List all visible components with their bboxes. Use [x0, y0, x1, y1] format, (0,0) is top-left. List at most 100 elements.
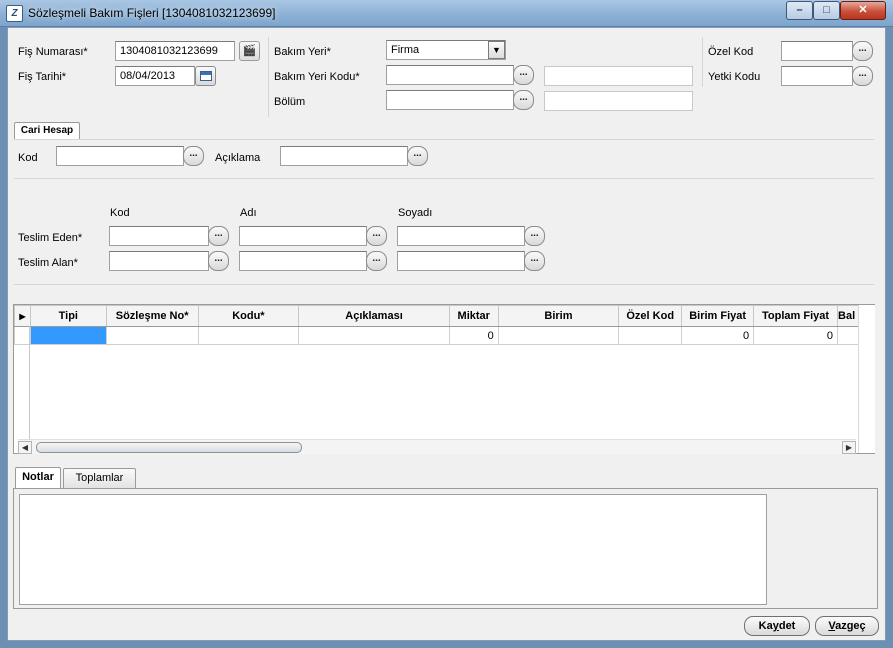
cell-tipi[interactable] — [29, 326, 107, 345]
row-indicator-header: ▶ — [14, 305, 31, 327]
table-row[interactable]: 0 0 0 — [14, 326, 874, 345]
section-divider — [702, 37, 703, 87]
grid-right-gutter — [858, 305, 875, 453]
col-header-toplam-fiyat[interactable]: Toplam Fiyat — [753, 305, 839, 327]
col-header-aciklamasi[interactable]: Açıklaması — [298, 305, 450, 327]
teslim-eden-label: Teslim Eden* — [18, 232, 83, 244]
teslim-eden-kod-field[interactable] — [109, 226, 209, 246]
cari-aciklama-label: Açıklama — [215, 152, 261, 164]
kaydet-label-post: det — [778, 620, 796, 632]
teslim-alan-adi-lookup-button[interactable]: ... — [366, 251, 387, 271]
cell-birim[interactable] — [497, 326, 620, 345]
calendar-icon — [200, 71, 212, 81]
app-icon: Z — [6, 5, 23, 22]
cell-ozel-kod[interactable] — [618, 326, 683, 345]
teslim-eden-kod-lookup-button[interactable]: ... — [208, 226, 229, 246]
vazgec-button[interactable]: Vazgeç — [815, 616, 879, 636]
scroll-right-icon[interactable]: ▶ — [842, 441, 856, 454]
kaydet-button[interactable]: Kaydet — [744, 616, 810, 636]
tab-panel — [13, 488, 878, 609]
scroll-left-icon[interactable]: ◀ — [18, 441, 32, 454]
clapper-icon: 🎬 — [242, 45, 257, 57]
cari-kod-lookup-button[interactable]: ... — [183, 146, 204, 166]
col-header-ozel-kod[interactable]: Özel Kod — [618, 305, 683, 327]
teslim-eden-soyadi-lookup-button[interactable]: ... — [524, 226, 545, 246]
cari-kod-label: Kod — [18, 152, 38, 164]
teslim-eden-soyadi-field[interactable] — [397, 226, 525, 246]
col-header-miktar[interactable]: Miktar — [448, 305, 499, 327]
ozel-kod-field[interactable] — [781, 41, 853, 61]
fis-tarihi-label: Fiş Tarihi* — [18, 71, 67, 83]
section-divider — [268, 37, 269, 117]
teslim-eden-adi-lookup-button[interactable]: ... — [366, 226, 387, 246]
bakim-yeri-kodu-field[interactable] — [386, 65, 514, 85]
teslim-eden-adi-field[interactable] — [239, 226, 367, 246]
yetki-kodu-lookup-button[interactable]: ... — [852, 66, 873, 86]
window-title: Sözleşmeli Bakım Fişleri [13040810321236… — [28, 6, 276, 20]
teslim-divider — [14, 178, 874, 179]
grid-table: ▶ Tipi Sözleşme No* Kodu* Açıklaması Mik… — [14, 305, 874, 345]
teslim-alan-soyadi-field[interactable] — [397, 251, 525, 271]
teslim-alan-soyadi-lookup-button[interactable]: ... — [524, 251, 545, 271]
number-generator-button[interactable]: 🎬 — [239, 41, 260, 61]
teslim-alan-label: Teslim Alan* — [18, 257, 78, 269]
bolum-lookup-button[interactable]: ... — [513, 90, 534, 110]
fis-tarihi-field[interactable]: 08/04/2013 — [115, 66, 195, 86]
teslim-alan-adi-field[interactable] — [239, 251, 367, 271]
bolum-label: Bölüm — [274, 96, 306, 108]
line-items-grid[interactable]: ▶ Tipi Sözleşme No* Kodu* Açıklaması Mik… — [13, 304, 875, 454]
row-indicator-column — [29, 326, 30, 439]
cell-miktar[interactable]: 0 — [448, 326, 499, 345]
maximize-icon: □ — [823, 4, 830, 16]
fis-numarasi-label: Fiş Numarası* — [18, 46, 88, 58]
yetki-kodu-label: Yetki Kodu — [708, 71, 761, 83]
col-header-birim-fiyat[interactable]: Birim Fiyat — [681, 305, 755, 327]
teslim-alan-kod-field[interactable] — [109, 251, 209, 271]
bakim-yeri-label: Bakım Yeri* — [274, 46, 331, 58]
cell-kodu[interactable] — [197, 326, 300, 345]
bakim-yeri-value: Firma — [391, 44, 420, 56]
bakim-yeri-kodu-description — [544, 66, 693, 86]
cari-kod-field[interactable] — [56, 146, 184, 166]
col-header-sozlesme-no[interactable]: Sözleşme No* — [105, 305, 199, 327]
cell-aciklamasi[interactable] — [298, 326, 450, 345]
kaydet-label-pre: Ka — [758, 620, 773, 632]
col-header-tipi[interactable]: Tipi — [29, 305, 107, 327]
bakim-yeri-kodu-lookup-button[interactable]: ... — [513, 65, 534, 85]
cari-hesap-group-tab: Cari Hesap — [14, 122, 80, 140]
cari-aciklama-lookup-button[interactable]: ... — [407, 146, 428, 166]
col-header-kodu[interactable]: Kodu* — [197, 305, 300, 327]
close-button[interactable]: ✕ — [840, 1, 886, 20]
vazgec-label-post: azgeç — [835, 620, 866, 632]
notlar-textarea[interactable] — [19, 494, 767, 605]
tab-toplamlar[interactable]: Toplamlar — [63, 468, 136, 488]
close-icon: ✕ — [858, 4, 868, 16]
cell-toplam-fiyat[interactable]: 0 — [753, 326, 839, 345]
teslim-col-kod: Kod — [110, 207, 130, 219]
calendar-button[interactable] — [195, 66, 216, 86]
fis-numarasi-field[interactable]: 1304081032123699 — [115, 41, 235, 61]
col-header-birim[interactable]: Birim — [497, 305, 620, 327]
grid-header-row: ▶ Tipi Sözleşme No* Kodu* Açıklaması Mik… — [14, 305, 874, 327]
bolum-field[interactable] — [386, 90, 514, 110]
horizontal-scrollbar[interactable]: ◀ ▶ — [18, 439, 856, 454]
maximize-button[interactable]: □ — [813, 1, 840, 20]
ozel-kod-label: Özel Kod — [708, 46, 754, 58]
tab-notlar[interactable]: Notlar — [15, 467, 61, 489]
scrollbar-thumb[interactable] — [36, 442, 302, 453]
chevron-down-icon[interactable]: ▼ — [488, 41, 505, 59]
cari-aciklama-field[interactable] — [280, 146, 408, 166]
cell-sozlesme-no[interactable] — [105, 326, 199, 345]
cell-birim-fiyat[interactable]: 0 — [681, 326, 755, 345]
cari-hesap-divider — [14, 139, 874, 140]
teslim-col-adi: Adı — [240, 207, 257, 219]
bakim-yeri-kodu-label: Bakım Yeri Kodu* — [274, 71, 360, 83]
minimize-button[interactable]: – — [786, 1, 813, 20]
grid-divider — [14, 284, 874, 285]
ozel-kod-lookup-button[interactable]: ... — [852, 41, 873, 61]
yetki-kodu-field[interactable] — [781, 66, 853, 86]
bolum-description — [544, 91, 693, 111]
teslim-col-soyadi: Soyadı — [398, 207, 433, 219]
minimize-icon: – — [796, 4, 803, 16]
teslim-alan-kod-lookup-button[interactable]: ... — [208, 251, 229, 271]
